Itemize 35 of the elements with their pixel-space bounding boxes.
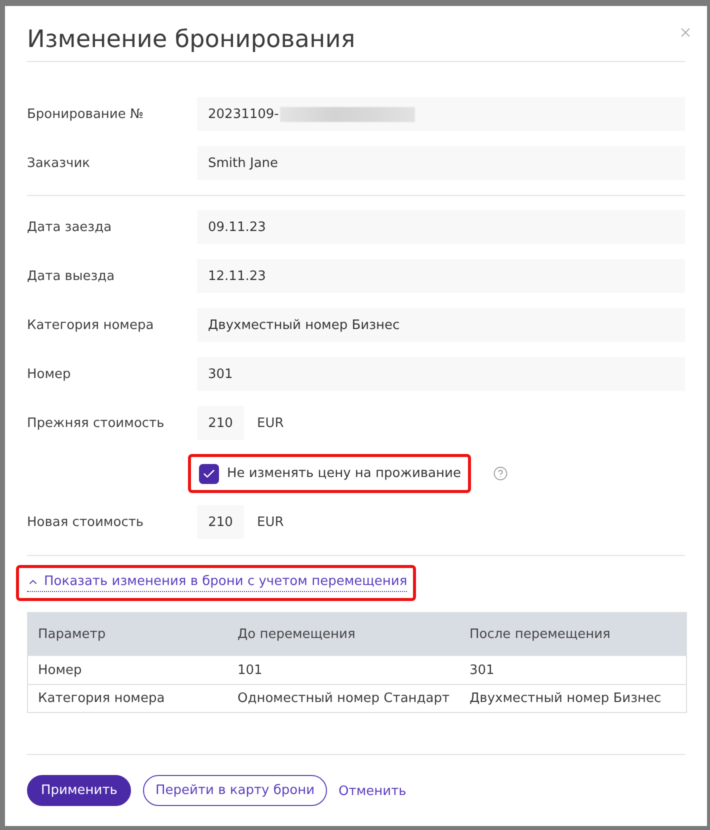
field-label: Номер — [27, 366, 72, 382]
price-field: 210 — [197, 505, 244, 539]
changes-toggle-link[interactable]: Показать изменения в брони с учетом перемещения — [27, 574, 408, 592]
column-header: До перемещения — [228, 612, 460, 656]
field-label: Прежняя стоимость — [27, 416, 166, 430]
table-cell: Категория номера — [28, 684, 228, 712]
currency-label: EUR — [257, 416, 284, 430]
field-label: Новая стоимость — [27, 514, 145, 530]
help-icon[interactable] — [492, 466, 508, 481]
value-field: Smith Jane — [197, 146, 685, 180]
field-label: Дата заезда — [27, 220, 113, 234]
table-cell: Двухместный номер Бизнес — [460, 684, 686, 712]
table-cell: Одноместный номер Стандарт — [228, 684, 460, 712]
currency-label: EUR — [257, 514, 284, 530]
field-label: Бронирование № — [27, 106, 145, 122]
checkbox[interactable] — [199, 464, 219, 484]
action-button[interactable]: Применить — [27, 775, 132, 806]
price-field: 210 — [197, 406, 244, 440]
field-label: Дата выезда — [27, 268, 116, 284]
dialog-title: Изменение бронирования — [27, 24, 356, 55]
field-label: Заказчик — [27, 156, 92, 170]
action-button[interactable]: Перейти в карту брони — [143, 775, 327, 806]
table-cell: 301 — [460, 656, 686, 684]
checkbox-label[interactable]: Не изменять цену на проживание — [227, 466, 461, 481]
value-field: Двухместный номер Бизнес — [197, 308, 685, 342]
field-value: 20231109- — [208, 106, 279, 122]
table-cell: Номер — [28, 656, 228, 684]
column-header: После перемещения — [460, 612, 686, 656]
table-cell: 101 — [228, 656, 460, 684]
field-label: Категория номера — [27, 318, 155, 332]
column-header: Параметр — [28, 612, 228, 656]
cancel-link[interactable]: Отменить — [338, 775, 406, 806]
value-field: 301 — [197, 357, 685, 391]
value-field: 09.11.23 — [197, 210, 685, 244]
value-field: 12.11.23 — [197, 259, 685, 293]
